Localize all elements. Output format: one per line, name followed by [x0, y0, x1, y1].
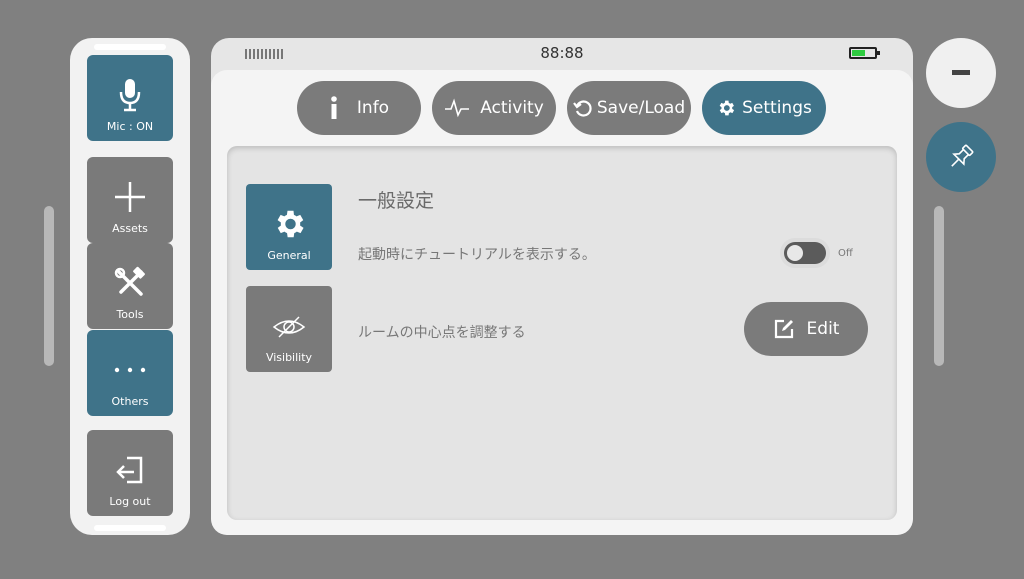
sidebar-bottom-notch	[94, 525, 166, 531]
tutorial-toggle[interactable]	[780, 238, 830, 268]
logout-button[interactable]: Log out	[87, 430, 173, 516]
status-bar: 88:88	[211, 38, 913, 70]
eye-slash-icon	[246, 314, 332, 340]
left-scroll-bar[interactable]	[44, 206, 54, 366]
category-general[interactable]: General	[246, 184, 332, 270]
section-title: 一般設定	[358, 190, 435, 212]
minus-icon	[952, 70, 970, 76]
tutorial-toggle-state: Off	[838, 247, 853, 259]
edit-button-label: Edit	[806, 319, 840, 339]
pin-icon	[946, 142, 976, 172]
room-center-setting-label: ルームの中心点を調整する	[358, 325, 526, 341]
mic-button-label: Mic : ON	[106, 120, 154, 133]
edit-icon	[773, 318, 795, 340]
others-button-label: Others	[111, 395, 149, 408]
tab-settings-label: Settings	[742, 98, 812, 118]
tutorial-setting-label: 起動時にチュートリアルを表示する。	[358, 247, 596, 263]
tools-icon	[87, 263, 173, 303]
tab-activity[interactable]: Activity	[432, 81, 556, 135]
assets-button-label: Assets	[112, 222, 148, 235]
tab-info[interactable]: Info	[297, 81, 421, 135]
refresh-icon	[572, 98, 593, 118]
activity-icon	[444, 98, 470, 118]
mic-button[interactable]: Mic : ON	[87, 55, 173, 141]
tools-button-label: Tools	[116, 308, 144, 321]
gear-icon	[246, 206, 332, 242]
tools-button[interactable]: Tools	[87, 243, 173, 329]
settings-card: Info Activity Save/Load Settings General…	[211, 70, 913, 535]
microphone-icon	[87, 75, 173, 115]
logout-icon	[87, 450, 173, 490]
plus-icon	[87, 177, 173, 217]
others-button[interactable]: Others	[87, 330, 173, 416]
pin-button[interactable]	[926, 122, 996, 192]
gear-icon	[716, 98, 736, 118]
right-scroll-bar[interactable]	[934, 206, 944, 366]
edit-button[interactable]: Edit	[744, 302, 868, 356]
tab-settings[interactable]: Settings	[702, 81, 826, 135]
clock: 88:88	[540, 44, 584, 62]
sidebar: Mic : ON Assets Tools Others Log out	[70, 38, 190, 535]
settings-content: General Visibility 一般設定 起動時にチュートリアルを表示する…	[227, 146, 897, 520]
main-panel: 88:88 Info Activity Save/Load Settings G…	[211, 38, 913, 535]
ellipsis-icon	[87, 350, 173, 390]
tab-save-load-label: Save/Load	[596, 98, 686, 118]
tutorial-toggle-group: Off	[780, 238, 853, 268]
info-icon	[329, 96, 339, 120]
tab-info-label: Info	[356, 98, 390, 118]
category-general-label: General	[267, 249, 311, 262]
sidebar-top-notch	[94, 44, 166, 50]
tab-save-load[interactable]: Save/Load	[567, 81, 691, 135]
logout-button-label: Log out	[109, 495, 151, 508]
assets-button[interactable]: Assets	[87, 157, 173, 243]
toggle-knob	[787, 245, 803, 261]
category-visibility[interactable]: Visibility	[246, 286, 332, 372]
battery-icon	[849, 47, 880, 59]
category-visibility-label: Visibility	[265, 351, 313, 364]
minimize-button[interactable]	[926, 38, 996, 108]
tab-activity-label: Activity	[480, 98, 544, 118]
